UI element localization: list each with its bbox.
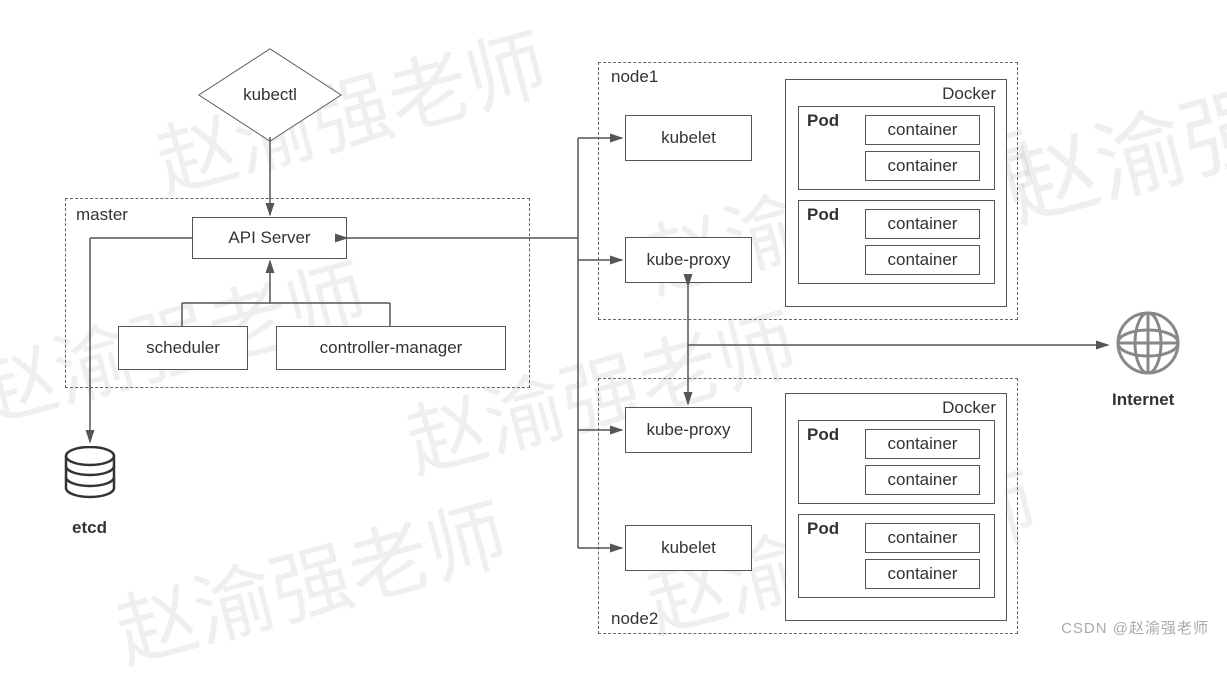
node2-pod2-c1: container (865, 523, 980, 553)
node1-pod2-label: Pod (807, 205, 839, 225)
node2-pod2-c2: container (865, 559, 980, 589)
node1-kubeproxy-box: kube-proxy (625, 237, 752, 283)
node1-kubelet-box: kubelet (625, 115, 752, 161)
container-label: container (888, 528, 958, 548)
node2-docker-label: Docker (942, 398, 996, 418)
node1-kubeproxy-label: kube-proxy (646, 250, 730, 270)
container-label: container (888, 564, 958, 584)
node2-kubelet-box: kubelet (625, 525, 752, 571)
etcd-icon (62, 446, 118, 511)
container-label: container (888, 250, 958, 270)
node1-label: node1 (611, 67, 658, 87)
api-server-label: API Server (228, 228, 310, 248)
controller-manager-box: controller-manager (276, 326, 506, 370)
node1-pod2-c1: container (865, 209, 980, 239)
node2-label: node2 (611, 609, 658, 629)
node1-kubelet-label: kubelet (661, 128, 716, 148)
kubectl-node: kubectl (210, 55, 330, 135)
credit-text: CSDN @赵渝强老师 (1061, 617, 1209, 638)
internet-label: Internet (1112, 390, 1174, 410)
container-label: container (888, 214, 958, 234)
node2-pod1-c2: container (865, 465, 980, 495)
container-label: container (888, 434, 958, 454)
watermark: 赵渝强老师 (142, 0, 558, 216)
node2-pod1-label: Pod (807, 425, 839, 445)
controller-manager-label: controller-manager (320, 338, 463, 358)
container-label: container (888, 156, 958, 176)
node2-kubelet-label: kubelet (661, 538, 716, 558)
scheduler-box: scheduler (118, 326, 248, 370)
etcd-label: etcd (72, 518, 107, 538)
node1-pod1-label: Pod (807, 111, 839, 131)
scheduler-label: scheduler (146, 338, 220, 358)
container-label: container (888, 470, 958, 490)
node2-pod2-label: Pod (807, 519, 839, 539)
watermark: 赵渝强老师 (991, 4, 1227, 246)
kubectl-label: kubectl (243, 85, 297, 105)
internet-icon (1112, 307, 1184, 384)
master-label: master (76, 205, 128, 225)
node1-pod2-c2: container (865, 245, 980, 275)
node2-kubeproxy-box: kube-proxy (625, 407, 752, 453)
node1-pod1-c2: container (865, 151, 980, 181)
watermark: 赵渝强老师 (102, 470, 518, 686)
node2-kubeproxy-label: kube-proxy (646, 420, 730, 440)
container-label: container (888, 120, 958, 140)
node1-pod1-c1: container (865, 115, 980, 145)
node2-pod1-c1: container (865, 429, 980, 459)
api-server-box: API Server (192, 217, 347, 259)
node1-docker-label: Docker (942, 84, 996, 104)
